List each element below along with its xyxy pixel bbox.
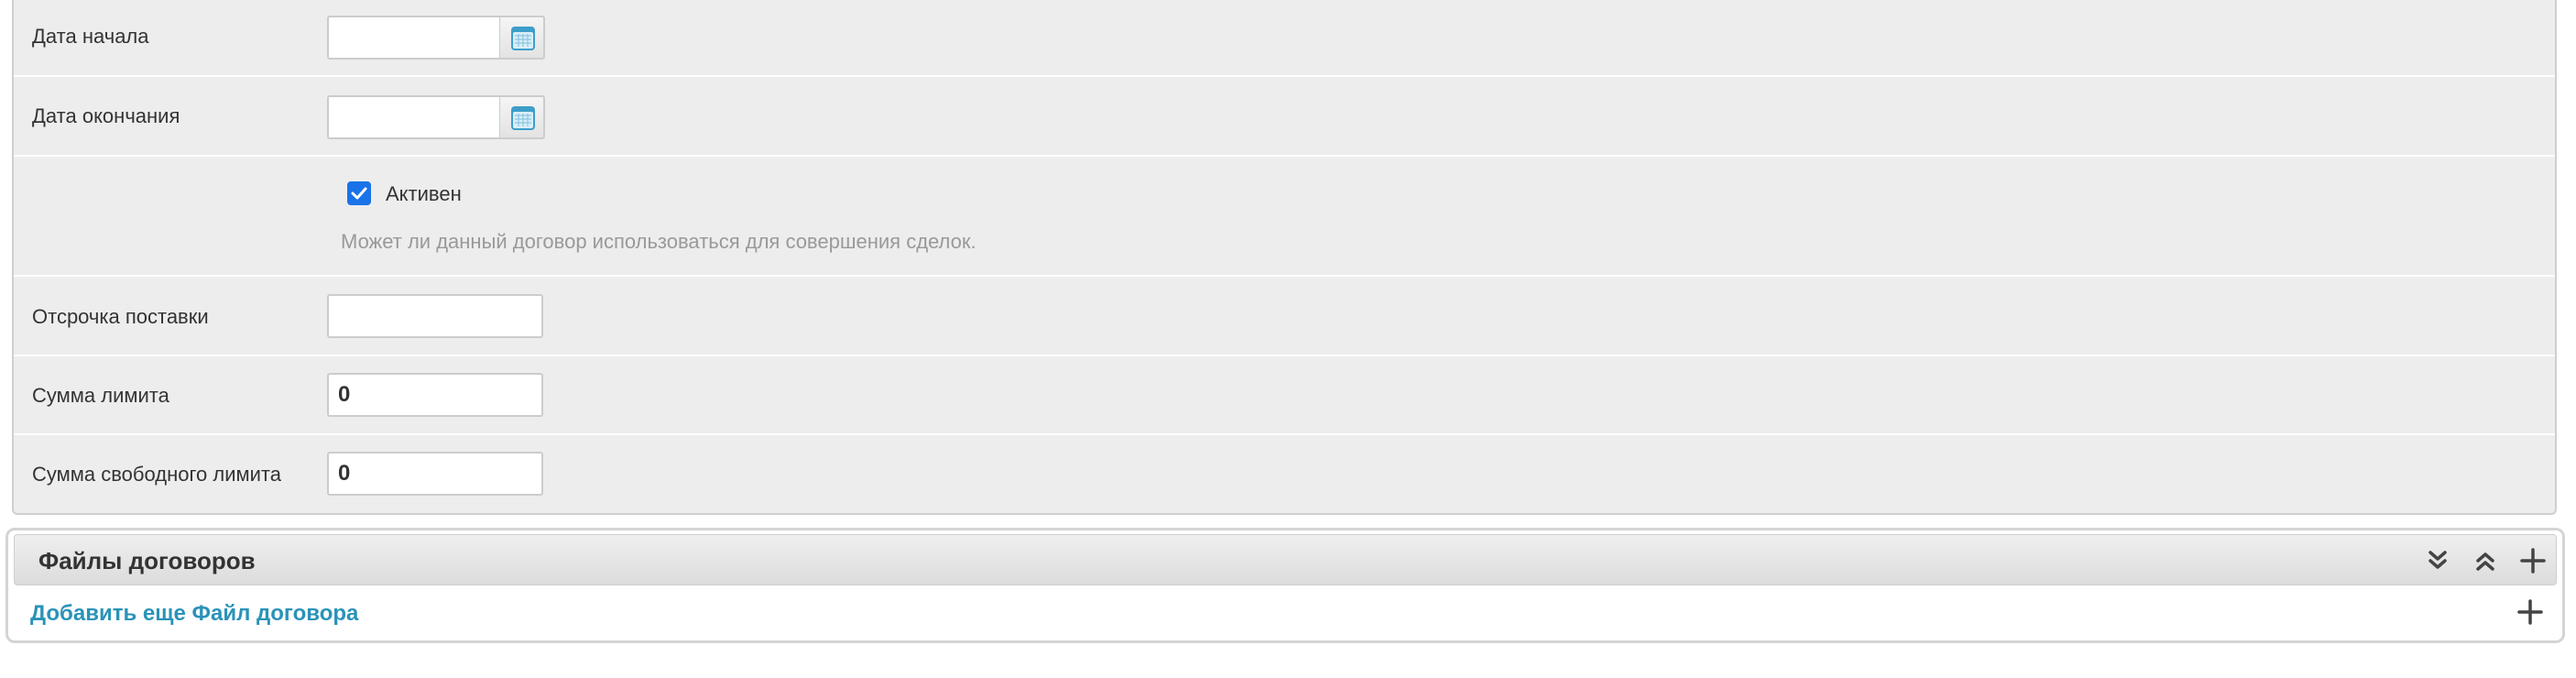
delivery-delay-input[interactable] — [327, 294, 543, 338]
free-limit-sum-input[interactable] — [327, 452, 543, 496]
plus-icon[interactable] — [2519, 547, 2547, 574]
add-file-plus-icon[interactable] — [2516, 598, 2544, 626]
start-date-row: Дата начала — [14, 0, 2555, 77]
active-row: Активен Может ли данный договор использо… — [14, 157, 2555, 277]
chevrons-up-icon[interactable] — [2472, 547, 2499, 574]
limit-sum-row: Сумма лимита — [14, 356, 2555, 435]
end-date-row: Дата окончания — [14, 77, 2555, 157]
free-limit-sum-row: Сумма свободного лимита — [14, 435, 2555, 513]
checkmark-icon — [351, 187, 367, 200]
end-date-label: Дата окончания — [32, 104, 180, 127]
end-date-input[interactable] — [327, 95, 501, 139]
files-section-header: Файлы договоров — [14, 534, 2557, 585]
files-section-title: Файлы договоров — [38, 547, 256, 574]
calendar-icon — [511, 27, 535, 50]
start-date-label: Дата начала — [32, 25, 149, 48]
delivery-delay-label: Отсрочка поставки — [32, 305, 209, 328]
limit-sum-input[interactable] — [327, 373, 543, 417]
start-date-input[interactable] — [327, 16, 501, 60]
active-checkbox[interactable] — [347, 181, 371, 205]
delivery-delay-row: Отсрочка поставки — [14, 277, 2555, 356]
active-hint: Может ли данный договор использоваться д… — [341, 230, 977, 253]
end-date-calendar-button[interactable] — [499, 95, 545, 139]
contract-form: Дата начала Дата окончания Активен Может… — [12, 0, 2557, 515]
chevrons-down-icon[interactable] — [2424, 547, 2451, 574]
limit-sum-label: Сумма лимита — [32, 384, 169, 407]
free-limit-sum-label: Сумма свободного лимита — [32, 463, 281, 486]
active-label: Активен — [386, 182, 462, 205]
calendar-icon — [511, 106, 535, 130]
contract-files-section: Файлы договоров Добавить еще Файл догово… — [5, 528, 2565, 643]
add-file-link[interactable]: Добавить еще Файл договора — [30, 601, 358, 627]
start-date-calendar-button[interactable] — [499, 16, 545, 60]
